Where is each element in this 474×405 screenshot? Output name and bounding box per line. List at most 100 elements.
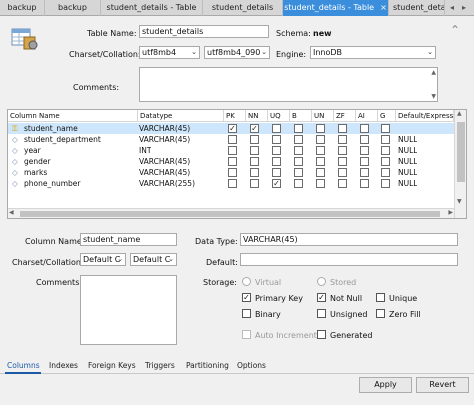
grid-horizontal-scrollbar[interactable]: ◀ ▶ — [8, 208, 454, 218]
un-checkbox[interactable] — [316, 146, 325, 155]
zero-fill-checkbox[interactable] — [376, 309, 385, 318]
default-cell[interactable]: NULL — [398, 178, 417, 189]
default-cell[interactable]: NULL — [398, 167, 417, 178]
table-row[interactable]: ◇ student_department VARCHAR(45) NULL — [8, 134, 454, 145]
revert-button[interactable]: Revert — [416, 377, 469, 393]
default-cell[interactable]: NULL — [398, 134, 417, 145]
table-row[interactable]: ◇ marks VARCHAR(45) NULL — [8, 167, 454, 178]
data-type-input[interactable]: VARCHAR(45) — [240, 233, 458, 246]
b-checkbox[interactable] — [294, 135, 303, 144]
g-checkbox[interactable] — [381, 168, 390, 177]
stored-radio[interactable] — [317, 277, 326, 286]
table-row[interactable]: ⚿ student_name VARCHAR(45) ✓ ✓ — [8, 123, 454, 134]
tab-partitioning[interactable]: Partitioning — [186, 361, 229, 370]
default-cell[interactable]: NULL — [398, 156, 417, 167]
generated-checkbox[interactable] — [317, 330, 326, 339]
column-name-cell[interactable]: phone_number — [24, 178, 81, 189]
column-name-cell[interactable]: student_department — [24, 134, 101, 145]
g-checkbox[interactable] — [381, 146, 390, 155]
column-name-cell[interactable]: year — [24, 145, 41, 156]
scrollbar-thumb[interactable] — [20, 211, 440, 217]
ai-checkbox[interactable] — [360, 124, 369, 133]
engine-select[interactable]: InnoDB ⌄ — [310, 46, 436, 59]
g-checkbox[interactable] — [381, 179, 390, 188]
tab-indexes[interactable]: Indexes — [49, 361, 78, 370]
b-checkbox[interactable] — [294, 157, 303, 166]
b-checkbox[interactable] — [294, 146, 303, 155]
g-checkbox[interactable] — [381, 157, 390, 166]
virtual-radio[interactable] — [242, 277, 251, 286]
uq-checkbox[interactable]: ✓ — [272, 179, 281, 188]
tab-foreign-keys[interactable]: Foreign Keys — [88, 361, 136, 370]
scroll-up-icon[interactable]: ▲ — [431, 69, 436, 76]
tab-student-details-1[interactable]: student_details — [203, 0, 283, 16]
tab-columns[interactable]: Columns — [7, 361, 40, 370]
un-checkbox[interactable] — [316, 135, 325, 144]
ai-checkbox[interactable] — [360, 157, 369, 166]
nn-checkbox[interactable] — [250, 146, 259, 155]
nn-checkbox[interactable] — [250, 179, 259, 188]
column-name-cell[interactable]: marks — [24, 167, 47, 178]
b-checkbox[interactable] — [294, 179, 303, 188]
un-checkbox[interactable] — [316, 157, 325, 166]
collation-select[interactable]: utf8mb4_090 ⌄ — [204, 46, 270, 59]
default-input[interactable] — [240, 253, 458, 266]
uq-checkbox[interactable] — [272, 135, 281, 144]
pk-checkbox[interactable] — [228, 157, 237, 166]
uq-checkbox[interactable] — [272, 124, 281, 133]
g-checkbox[interactable] — [381, 135, 390, 144]
tab-student-details-table-1[interactable]: student_details - Table — [101, 0, 203, 16]
grid-header-g[interactable]: G — [378, 110, 396, 122]
grid-header-datatype[interactable]: Datatype — [138, 110, 224, 122]
datatype-cell[interactable]: VARCHAR(255) — [139, 178, 195, 189]
column-comments-textarea[interactable] — [80, 275, 177, 345]
column-collation-select[interactable]: Default C ⌄ — [130, 253, 177, 266]
datatype-cell[interactable]: VARCHAR(45) — [139, 156, 190, 167]
scroll-up-icon[interactable]: ▲ — [457, 110, 462, 117]
uq-checkbox[interactable] — [272, 146, 281, 155]
not-null-checkbox[interactable]: ✓ — [317, 293, 326, 302]
tab-scroll-right-icon[interactable]: ▸ — [462, 0, 466, 16]
ai-checkbox[interactable] — [360, 179, 369, 188]
unsigned-checkbox[interactable] — [317, 309, 326, 318]
uq-checkbox[interactable] — [272, 157, 281, 166]
pk-checkbox[interactable] — [228, 168, 237, 177]
nn-checkbox[interactable]: ✓ — [250, 124, 259, 133]
grid-header-default[interactable]: Default/Expressio — [396, 110, 454, 122]
scroll-left-icon[interactable]: ◀ — [9, 209, 14, 216]
grid-header-pk[interactable]: PK — [224, 110, 246, 122]
collapse-up-icon[interactable]: ⌃ — [450, 23, 460, 37]
auto-increment-checkbox[interactable] — [242, 330, 251, 339]
tab-student-details-table-active[interactable]: student_details - Table × — [283, 0, 389, 16]
table-row[interactable]: ◇ year INT NULL — [8, 145, 454, 156]
primary-key-checkbox[interactable]: ✓ — [242, 293, 251, 302]
grid-vertical-scrollbar[interactable]: ▲ ▼ — [454, 110, 466, 218]
zf-checkbox[interactable] — [338, 146, 347, 155]
nn-checkbox[interactable] — [250, 135, 259, 144]
nn-checkbox[interactable] — [250, 168, 259, 177]
b-checkbox[interactable] — [294, 168, 303, 177]
grid-header-column-name[interactable]: Column Name — [8, 110, 138, 122]
binary-checkbox[interactable] — [242, 309, 251, 318]
datatype-cell[interactable]: INT — [139, 145, 151, 156]
ai-checkbox[interactable] — [360, 135, 369, 144]
ai-checkbox[interactable] — [360, 146, 369, 155]
column-charset-select[interactable]: Default C ⌄ — [80, 253, 126, 266]
grid-header-uq[interactable]: UQ — [268, 110, 290, 122]
tab-scroll-left-icon[interactable]: ◂ — [450, 0, 454, 16]
pk-checkbox[interactable]: ✓ — [228, 124, 237, 133]
tab-backup-1[interactable]: backup — [0, 0, 45, 16]
nn-checkbox[interactable] — [250, 157, 259, 166]
grid-header-nn[interactable]: NN — [246, 110, 268, 122]
un-checkbox[interactable] — [316, 179, 325, 188]
datatype-cell[interactable]: VARCHAR(45) — [139, 134, 190, 145]
scroll-right-icon[interactable]: ▶ — [448, 209, 453, 216]
apply-button[interactable]: Apply — [359, 377, 412, 393]
zf-checkbox[interactable] — [338, 168, 347, 177]
table-row[interactable]: ◇ phone_number VARCHAR(255) ✓ NULL — [8, 178, 454, 189]
grid-header-un[interactable]: UN — [312, 110, 334, 122]
un-checkbox[interactable] — [316, 168, 325, 177]
scrollbar-thumb[interactable] — [457, 122, 465, 182]
table-comments-textarea[interactable]: ▲ ▼ — [139, 67, 438, 102]
close-icon[interactable]: × — [380, 0, 387, 16]
